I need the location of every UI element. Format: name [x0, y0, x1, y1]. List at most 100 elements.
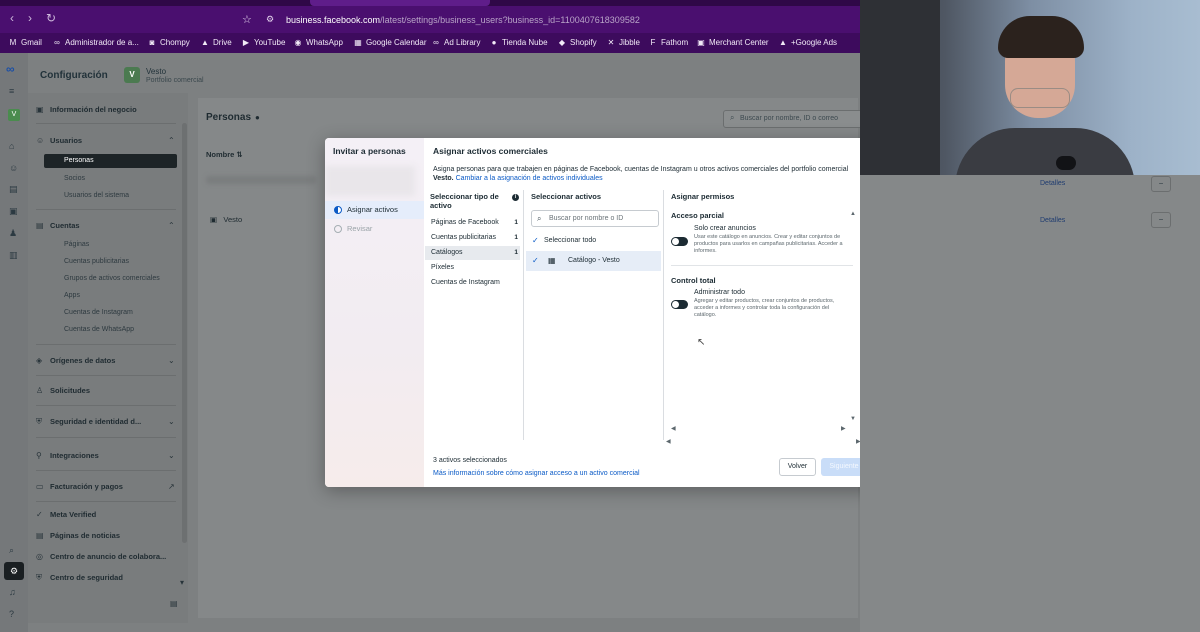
chevron-down-icon[interactable]: ⌄ — [168, 356, 175, 365]
name-column-header[interactable]: Nombre ⇅ — [206, 150, 243, 159]
create-ads-toggle[interactable] — [671, 237, 688, 246]
asset-type-item[interactable]: Cuentas de Instagram — [430, 276, 520, 290]
manage-all-toggle[interactable] — [671, 300, 688, 309]
nav-users[interactable]: Usuarios — [50, 136, 82, 145]
row-menu-button[interactable]: − — [1151, 176, 1171, 192]
asset-item-catalog[interactable]: ✓ ▦ Catálogo - Vesto — [526, 251, 661, 271]
nav-apps[interactable]: Apps — [64, 292, 80, 299]
person-row-name[interactable]: ▣ Vesto — [210, 215, 242, 224]
chevron-down-icon[interactable]: ⌄ — [168, 451, 175, 460]
users-icon[interactable]: ☺ — [9, 163, 18, 173]
switch-individual-link[interactable]: Cambiar a la asignación de activos indiv… — [456, 175, 603, 182]
notifications-bell-icon[interactable]: ♫ — [9, 587, 16, 597]
nav-data-sources[interactable]: Orígenes de datos — [50, 356, 115, 365]
nav-business-info[interactable]: Información del negocio — [50, 105, 137, 114]
address-bar[interactable]: ☆ ⚙ business.facebook.com/latest/setting… — [236, 11, 856, 29]
select-all-checkbox[interactable]: ✓ Seleccionar todo — [526, 231, 661, 251]
scroll-right-icon[interactable]: ▶ — [841, 425, 846, 432]
menu-icon[interactable]: ≡ — [9, 86, 14, 96]
meta-logo-icon[interactable]: ∞ — [6, 62, 15, 76]
details-link[interactable]: Detalles — [1040, 180, 1065, 187]
reload-icon[interactable]: ↻ — [46, 12, 56, 24]
pages-icon[interactable]: ▤ — [9, 184, 18, 195]
business-avatar[interactable]: V — [8, 109, 20, 121]
nav-collab-center[interactable]: Centro de anuncio de colabora... — [50, 552, 166, 561]
nav-news-pages[interactable]: Páginas de noticias — [50, 531, 120, 540]
bookmark-item[interactable]: ◙ Chompy — [147, 38, 190, 47]
external-link-icon[interactable]: ↗ — [168, 482, 175, 491]
bookmark-item[interactable]: ✕ Jibble — [606, 38, 640, 47]
scroll-left-icon[interactable]: ◀ — [671, 425, 676, 432]
nav-people[interactable]: Personas — [44, 154, 177, 168]
nav-ad-accounts[interactable]: Cuentas publicitarias — [64, 258, 129, 265]
active-tab[interactable] — [310, 0, 490, 6]
bookmark-item[interactable]: ◆ Shopify — [557, 38, 597, 47]
site-info-icon[interactable]: ⚙ — [266, 14, 274, 25]
bookmark-item[interactable]: ▲ +Google Ads — [778, 38, 837, 47]
asset-type-item[interactable]: Páginas de Facebook 1 — [430, 216, 520, 230]
scroll-left-icon[interactable]: ◀ — [666, 438, 671, 445]
bookmark-item[interactable]: ∞ Administrador de a... — [52, 38, 139, 47]
business-badge[interactable]: V — [124, 67, 140, 83]
nav-meta-verified[interactable]: Meta Verified — [50, 510, 96, 519]
back-icon[interactable]: ‹ — [10, 12, 14, 24]
people-icon[interactable]: ♟ — [9, 228, 17, 239]
collapse-sidebar-icon[interactable]: ▤ — [170, 599, 178, 608]
bookmark-label: YouTube — [254, 38, 286, 47]
bookmark-item[interactable]: ▦ Google Calendar — [353, 38, 426, 47]
bookmark-item[interactable]: ◉ WhatsApp — [293, 38, 343, 47]
nav-system-users[interactable]: Usuarios del sistema — [64, 192, 129, 199]
nav-accounts[interactable]: Cuentas — [50, 221, 80, 230]
nav-security[interactable]: Seguridad e identidad d... — [50, 417, 141, 426]
asset-type-item[interactable]: Cuentas publicitarias 1 — [430, 231, 520, 245]
bookmark-item[interactable]: ▶ YouTube — [241, 38, 286, 47]
help-icon[interactable]: ? — [9, 609, 14, 619]
bookmark-item[interactable]: ▣ Merchant Center — [696, 38, 768, 47]
step-assign-assets[interactable]: Asignar activos — [325, 201, 424, 219]
bookmark-item[interactable]: M Gmail — [8, 38, 42, 47]
step-review[interactable]: Revisar — [325, 220, 424, 238]
row-menu-button[interactable]: − — [1151, 212, 1171, 228]
bookmark-item[interactable]: ● Tienda Nube — [489, 38, 548, 47]
info-icon[interactable]: ● — [255, 113, 260, 122]
nav-integrations[interactable]: Integraciones — [50, 451, 99, 460]
back-button[interactable]: Volver — [779, 458, 816, 476]
nav-pages[interactable]: Páginas — [64, 241, 89, 248]
settings-gear-icon[interactable]: ⚙ — [4, 562, 24, 580]
store-icon[interactable]: ▥ — [9, 250, 18, 261]
bookmark-item[interactable]: F Fathom — [648, 38, 689, 47]
nav-security-center[interactable]: Centro de seguridad — [50, 573, 123, 582]
home-icon[interactable]: ⌂ — [9, 141, 14, 151]
nav-partners[interactable]: Socios — [64, 175, 85, 182]
bookmark-item[interactable]: ∞ Ad Library — [431, 38, 480, 47]
scroll-down-icon[interactable]: ▾ — [180, 578, 184, 587]
details-link[interactable]: Detalles — [1040, 217, 1065, 224]
asset-type-item[interactable]: Píxeles — [430, 261, 520, 275]
asset-type-item[interactable]: Catálogos 1 — [425, 246, 520, 260]
collapse-up-icon[interactable]: ▲ — [850, 211, 856, 217]
nav-billing[interactable]: Facturación y pagos — [50, 482, 123, 491]
nav-asset-groups[interactable]: Grupos de activos comerciales — [64, 275, 160, 282]
bookmark-item[interactable]: ▲ Drive — [200, 38, 232, 47]
url-text: business.facebook.com/latest/settings/bu… — [286, 15, 640, 25]
nav-whatsapp-accounts[interactable]: Cuentas de WhatsApp — [64, 326, 134, 333]
forward-icon[interactable]: › — [28, 12, 32, 24]
search-icon[interactable]: ⌕ — [9, 545, 14, 556]
chevron-up-icon[interactable]: ⌃ — [168, 221, 175, 230]
briefcase-icon[interactable]: ▣ — [9, 206, 18, 217]
asset-search-input[interactable]: ⌕ Buscar por nombre o ID — [531, 210, 659, 227]
page-title: Configuración — [40, 70, 108, 81]
info-icon[interactable]: i — [512, 194, 519, 201]
business-name[interactable]: Vesto — [146, 67, 166, 76]
learn-more-link[interactable]: Más información sobre cómo asignar acces… — [433, 470, 640, 477]
divider — [36, 375, 176, 376]
scroll-down-icon[interactable]: ▼ — [850, 416, 856, 422]
settings-nav: ▣ Información del negocio ☺ Usuarios ⌃ P… — [28, 93, 188, 623]
people-search-input[interactable]: Buscar por nombre, ID o correo — [723, 110, 863, 128]
chevron-down-icon[interactable]: ⌄ — [168, 417, 175, 426]
bookmark-star-icon[interactable]: ☆ — [242, 13, 252, 26]
chevron-up-icon[interactable]: ⌃ — [168, 136, 175, 145]
nav-instagram-accounts[interactable]: Cuentas de Instagram — [64, 309, 133, 316]
nav-requests[interactable]: Solicitudes — [50, 386, 90, 395]
sidebar-scrollbar[interactable] — [182, 123, 187, 543]
